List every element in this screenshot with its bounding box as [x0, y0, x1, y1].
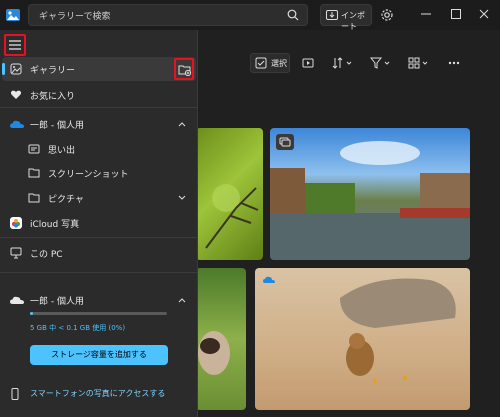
search-icon[interactable]	[287, 9, 299, 24]
chevron-up-icon[interactable]	[178, 296, 186, 306]
onedrive-icon	[10, 120, 24, 132]
search-input[interactable]: ギャラリーで検索	[28, 4, 308, 26]
divider	[0, 107, 198, 108]
nav-gallery-label: ギャラリー	[30, 66, 76, 76]
sort-icon[interactable]	[332, 57, 354, 72]
add-folder-button[interactable]	[174, 58, 194, 80]
filter-icon[interactable]	[369, 57, 392, 72]
selection-indicator	[2, 63, 5, 75]
checkbox-icon	[255, 57, 267, 72]
more-icon[interactable]	[448, 57, 460, 72]
nav-favorites-label: お気に入り	[30, 92, 76, 102]
folder-icon	[28, 167, 40, 182]
add-folder-icon	[178, 64, 192, 79]
nav-screenshots[interactable]: スクリーンショット	[2, 161, 196, 185]
storage-progress-bar	[30, 312, 167, 315]
select-button[interactable]: 選択	[250, 53, 290, 73]
maximize-icon[interactable]	[450, 8, 462, 23]
nav-favorites[interactable]: お気に入り	[2, 83, 196, 107]
nav-this-pc-label: この PC	[30, 250, 63, 260]
import-button[interactable]: インポート	[320, 4, 372, 31]
chevron-down-icon[interactable]	[178, 194, 186, 204]
photo-hamster[interactable]	[196, 268, 246, 410]
account-onedrive[interactable]: 一郎 - 個人用	[2, 288, 196, 312]
divider	[0, 272, 198, 273]
menu-button[interactable]	[4, 34, 26, 56]
storage-usage-text: 5 GB 中 < 0.1 GB 使用 (0%)	[30, 324, 126, 332]
gallery-icon	[10, 63, 22, 78]
nav-memories[interactable]: 思い出	[2, 137, 196, 161]
photo-squirrel[interactable]	[255, 268, 470, 410]
nav-this-pc[interactable]: この PC	[2, 241, 196, 265]
nav-memories-label: 思い出	[48, 146, 76, 156]
nav-icloud[interactable]: iCloud 写真	[2, 211, 196, 235]
chevron-up-icon[interactable]	[178, 120, 186, 130]
search-placeholder: ギャラリーで検索	[39, 12, 111, 22]
import-label: インポート	[341, 11, 365, 31]
close-icon[interactable]	[478, 8, 490, 23]
nav-screenshots-label: スクリーンショット	[48, 170, 129, 180]
nav-gallery[interactable]: ギャラリー	[2, 57, 196, 81]
icloud-photos-icon	[10, 217, 22, 232]
select-label: 選択	[271, 59, 287, 68]
nav-icloud-label: iCloud 写真	[30, 220, 80, 230]
heart-icon	[10, 89, 22, 104]
phone-icon	[10, 388, 20, 403]
gear-icon[interactable]	[380, 8, 394, 25]
nav-pictures[interactable]: ピクチャ	[2, 186, 196, 210]
minimize-icon[interactable]	[420, 8, 432, 23]
phone-photos-link[interactable]: スマートフォンの写真にアクセスする	[30, 388, 165, 399]
onedrive-badge-icon	[263, 276, 275, 287]
slideshow-icon[interactable]	[302, 57, 314, 72]
storage-progress-fill	[30, 312, 33, 315]
nav-pictures-label: ピクチャ	[48, 195, 84, 205]
pc-icon	[10, 247, 22, 262]
title-bar: ギャラリーで検索 インポート	[0, 0, 500, 31]
photos-app-icon	[5, 7, 21, 23]
nav-onedrive[interactable]: 一郎 - 個人用	[2, 112, 196, 136]
photo-green-branch[interactable]	[196, 128, 263, 260]
import-icon	[326, 9, 338, 24]
album-badge-icon	[276, 134, 294, 150]
add-storage-button[interactable]: ストレージ容量を追加する	[30, 345, 168, 365]
view-icon[interactable]	[408, 57, 430, 72]
memories-icon	[28, 143, 40, 158]
photo-canal[interactable]	[270, 128, 470, 260]
account-name: 一郎 - 個人用	[30, 297, 84, 307]
hamburger-icon	[9, 40, 21, 53]
nav-onedrive-label: 一郎 - 個人用	[30, 121, 84, 131]
folder-icon	[28, 192, 40, 207]
divider	[0, 237, 198, 238]
cloud-icon	[10, 296, 24, 308]
